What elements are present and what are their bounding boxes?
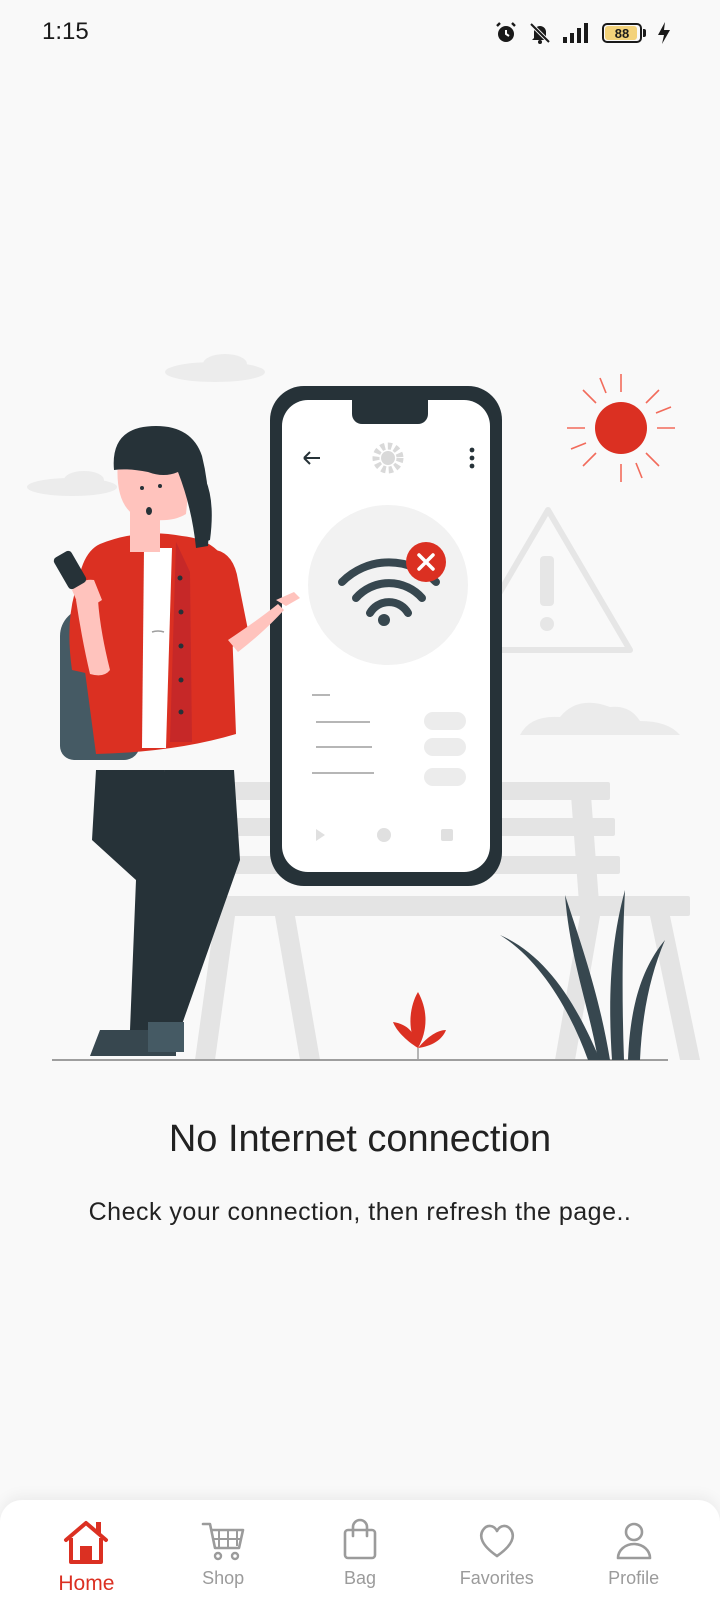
small-plant-shape	[393, 992, 446, 1060]
battery-nub	[643, 29, 646, 37]
status-bar: 1:15 88	[0, 0, 720, 66]
no-connection-illustration	[27, 354, 700, 1061]
signal-icon	[563, 23, 588, 43]
nav-item-home[interactable]: Home	[26, 1500, 146, 1596]
woman-figure	[53, 426, 300, 1056]
alarm-icon	[496, 22, 516, 42]
sun-icon	[567, 374, 675, 482]
nav-label-home: Home	[58, 1572, 115, 1595]
nav-item-bag[interactable]: Bag	[300, 1500, 420, 1589]
profile-icon	[612, 1518, 656, 1562]
cart-icon	[199, 1518, 247, 1562]
nav-item-shop[interactable]: Shop	[163, 1500, 283, 1589]
charging-icon	[658, 22, 670, 44]
nav-item-profile[interactable]: Profile	[574, 1500, 694, 1589]
nav-label-bag: Bag	[343, 1568, 376, 1588]
status-time: 1:15	[42, 18, 89, 45]
nav-item-favorites[interactable]: Favorites	[437, 1500, 557, 1589]
bell-off-icon	[529, 22, 551, 44]
status-icons: 88	[494, 18, 672, 48]
bottom-nav: Home Shop Bag Favorites Profile	[0, 1500, 720, 1612]
nav-label-profile: Profile	[608, 1568, 660, 1588]
nav-label-favorites: Favorites	[459, 1568, 534, 1588]
home-icon	[60, 1518, 112, 1566]
heart-icon	[475, 1518, 519, 1562]
nav-label-shop: Shop	[202, 1568, 245, 1588]
battery-icon: 88	[602, 23, 642, 43]
page-title: No Internet connection	[168, 1118, 552, 1160]
page-subtitle: Check your connection, then refresh the …	[88, 1198, 632, 1226]
phone-illustration	[270, 386, 502, 886]
bag-icon	[340, 1518, 380, 1562]
battery-level: 88	[614, 25, 630, 41]
